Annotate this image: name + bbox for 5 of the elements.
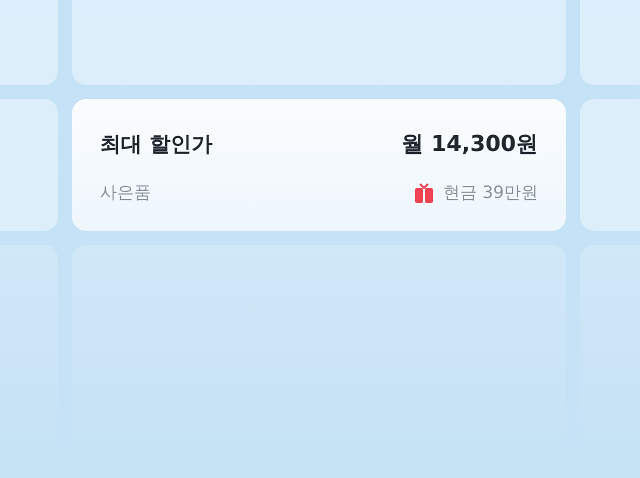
gift-value: 현금 39만원	[442, 182, 538, 204]
monthly-price: 월 14,300원	[401, 131, 538, 159]
card-title: 최대 할인가	[100, 131, 212, 158]
gift-label: 사은품	[100, 182, 151, 204]
gift-icon	[414, 182, 433, 202]
